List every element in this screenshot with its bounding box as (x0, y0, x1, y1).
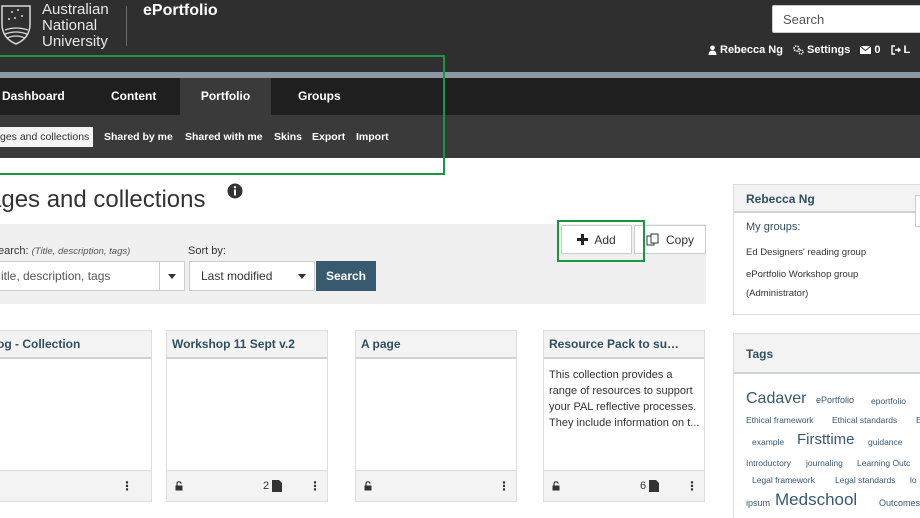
user-profile-link[interactable]: Rebecca Ng (708, 44, 783, 56)
search-label-text: earch: (0, 245, 29, 257)
chevron-down-icon (298, 274, 306, 279)
tags-title: Tags (734, 334, 920, 374)
portfolio-card[interactable]: Workshop 11 Sept v.2 2 ⋮ (166, 330, 328, 502)
card-footer: ⋮ (356, 470, 516, 501)
university-logo-text[interactable]: Australian National University (42, 2, 109, 50)
tag-link[interactable]: lo (910, 475, 917, 485)
card-description: This collection provides a range of reso… (549, 369, 700, 429)
portfolio-card[interactable]: A page ⋮ (355, 330, 517, 502)
tag-link[interactable]: ePortfolio (816, 395, 854, 405)
group-link[interactable]: Ed Designers' reading group (746, 246, 866, 260)
tag-link[interactable]: Medschool (775, 490, 857, 510)
more-options-icon[interactable]: ⋮ (309, 480, 321, 492)
logo-line: National (42, 17, 98, 34)
card-footer: 2 ⋮ (167, 470, 327, 501)
sort-dropdown[interactable]: Last modified (189, 261, 315, 291)
copy-button-label: Copy (665, 232, 694, 247)
tag-link[interactable]: Learning Outc (857, 458, 910, 468)
settings-link[interactable]: Settings (793, 44, 850, 56)
sort-label: Sort by: (188, 245, 226, 257)
copy-icon (646, 233, 659, 245)
logo-separator (126, 6, 127, 46)
portfolio-card[interactable]: Resource Pack to su… This collection pro… (543, 330, 705, 502)
group-link[interactable]: ePortfolio Workshop group (746, 268, 858, 282)
tag-link[interactable]: Ethical framework (746, 415, 814, 425)
page-count-value: 6 (640, 480, 647, 492)
profile-panel: Rebecca Ng My groups: Ed Designers' read… (733, 184, 920, 315)
tag-link[interactable]: ipsum (746, 498, 770, 508)
tag-link[interactable]: journaling (806, 458, 843, 468)
profile-name[interactable]: Rebecca Ng (734, 185, 920, 213)
card-title[interactable]: og - Collection (0, 331, 151, 359)
logout-icon (890, 45, 901, 55)
tag-link[interactable]: example (752, 437, 784, 447)
tag-link[interactable]: Introductory (746, 458, 791, 468)
tag-link[interactable]: E (916, 415, 920, 425)
tag-link[interactable]: Ethical standards (832, 415, 897, 425)
tag-link[interactable]: Outcomes (879, 498, 920, 508)
more-options-icon[interactable]: ⋮ (498, 480, 510, 492)
page-count-value: 2 (263, 480, 270, 492)
info-icon[interactable] (227, 183, 243, 199)
inbox-count: 0 (874, 44, 881, 56)
card-title[interactable]: A page (356, 331, 516, 359)
tags-panel: Tags Cadaver ePortfolio eportfolio Ethic… (733, 333, 920, 518)
add-highlight-box (557, 220, 645, 262)
tag-link[interactable]: Legal standards (835, 475, 896, 485)
nav-highlight-box (0, 55, 445, 175)
user-icon (708, 45, 717, 55)
card-footer: 6 ⋮ (544, 470, 704, 501)
more-options-icon[interactable]: ⋮ (121, 480, 133, 492)
user-name: Rebecca Ng (720, 44, 783, 56)
document-icon (272, 480, 283, 492)
search-label: earch: (Title, description, tags) (0, 245, 130, 257)
chevron-down-icon (168, 274, 176, 279)
gear-icon (793, 45, 804, 55)
site-search-input[interactable] (772, 5, 920, 33)
envelope-icon (860, 46, 872, 54)
card-footer: ⋮ (0, 470, 151, 501)
logout-link[interactable]: L (890, 44, 911, 56)
tag-link[interactable]: Legal framework (752, 475, 815, 485)
portfolio-card[interactable]: og - Collection ⋮ (0, 330, 152, 502)
lock-icon (364, 481, 372, 491)
page-count: 6 (640, 480, 660, 492)
anu-crest-icon (1, 5, 31, 45)
search-button[interactable]: Search (316, 261, 376, 291)
logo-line: Australian (42, 1, 109, 18)
card-title[interactable]: Resource Pack to su… (544, 331, 704, 359)
lock-icon (552, 481, 560, 491)
settings-label: Settings (806, 44, 851, 56)
logout-label: L (903, 44, 911, 56)
search-type-dropdown[interactable] (159, 261, 185, 291)
inbox-link[interactable]: 0 (860, 44, 881, 56)
more-options-icon[interactable]: ⋮ (686, 480, 698, 492)
sort-value: Last modified (201, 269, 273, 283)
page-title: ages and collections (0, 186, 206, 213)
app-title[interactable]: ePortfolio (143, 2, 218, 20)
query-input[interactable] (0, 261, 160, 291)
page-count: 2 (263, 480, 283, 492)
tag-link[interactable]: eportfolio (871, 396, 906, 406)
groups-label: My groups: (746, 221, 801, 233)
search-hint: (Title, description, tags) (31, 246, 131, 257)
tag-link[interactable]: Cadaver (746, 390, 806, 408)
lock-icon (175, 481, 183, 491)
card-title[interactable]: Workshop 11 Sept v.2 (167, 331, 327, 359)
logo-line: University (42, 33, 108, 50)
tag-link[interactable]: Firsttime (797, 431, 855, 448)
group-role: (Administrator) (746, 288, 809, 299)
tag-link[interactable]: guidance (868, 437, 903, 447)
document-icon (649, 480, 660, 492)
profile-avatar[interactable] (915, 195, 920, 227)
user-menu: Rebecca Ng Settings 0 L (708, 44, 910, 56)
